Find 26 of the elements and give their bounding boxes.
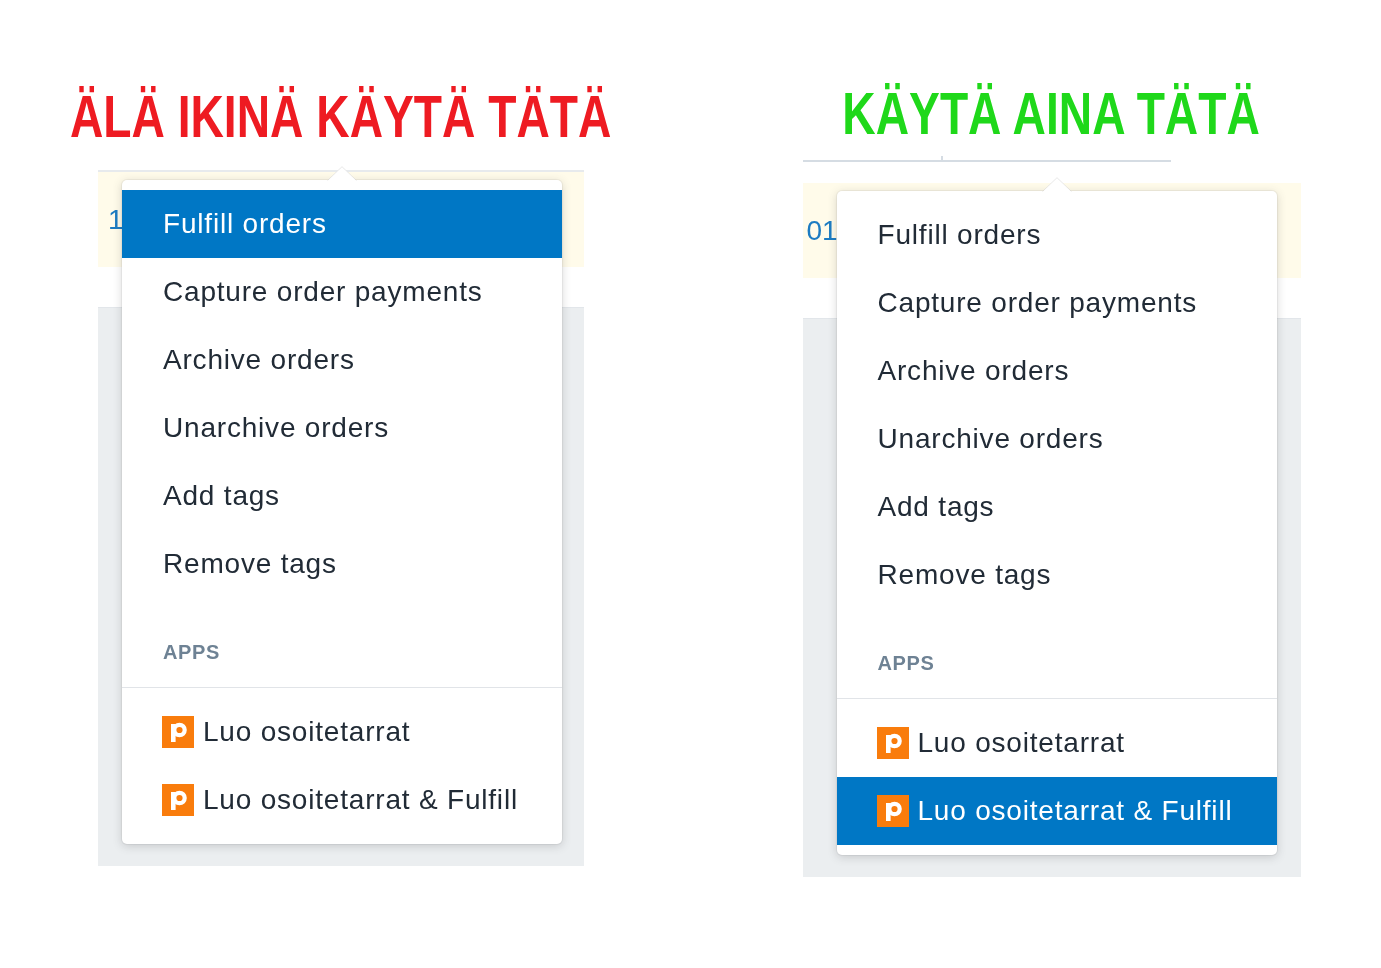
menu-item[interactable]: Unarchive orders [836, 405, 1277, 473]
app-logo-icon [876, 795, 909, 827]
menu-item[interactable]: Add tags [836, 473, 1277, 541]
order-number-link[interactable]: 01 [802, 214, 838, 247]
app-logo-icon [162, 716, 194, 748]
menu-item[interactable]: Fulfill orders [122, 190, 562, 258]
warning-heading: KÄYTÄ AINA TÄTÄ [842, 79, 1261, 149]
menu-item[interactable]: Add tags [122, 462, 562, 530]
menu-item[interactable]: Remove tags [836, 541, 1277, 609]
menu-section-title: APPS [836, 609, 1277, 699]
menu-item[interactable]: Archive orders [122, 326, 562, 394]
menu-item[interactable]: Luo osoitetarrat [122, 698, 562, 766]
menu-item[interactable]: Archive orders [836, 337, 1277, 405]
menu-item[interactable]: Fulfill orders [836, 201, 1277, 269]
menu-item[interactable]: Capture order payments [122, 258, 562, 326]
menu-item[interactable]: Unarchive orders [122, 394, 562, 462]
app-logo-icon [876, 727, 909, 759]
order-number-link[interactable]: 1 [98, 203, 124, 236]
warning-heading: ÄLÄ IKINÄ KÄYTÄ TÄTÄ [70, 82, 612, 152]
menu-item[interactable]: Luo osoitetarrat & Fulfill [836, 777, 1277, 845]
app-logo-icon [162, 784, 194, 816]
menu-item[interactable]: Luo osoitetarrat [836, 709, 1277, 777]
menu-item[interactable]: Luo osoitetarrat & Fulfill [122, 766, 562, 834]
menu-item[interactable]: Capture order payments [836, 269, 1277, 337]
menu-section-title: APPS [122, 598, 562, 688]
menu-item[interactable]: Remove tags [122, 530, 562, 598]
